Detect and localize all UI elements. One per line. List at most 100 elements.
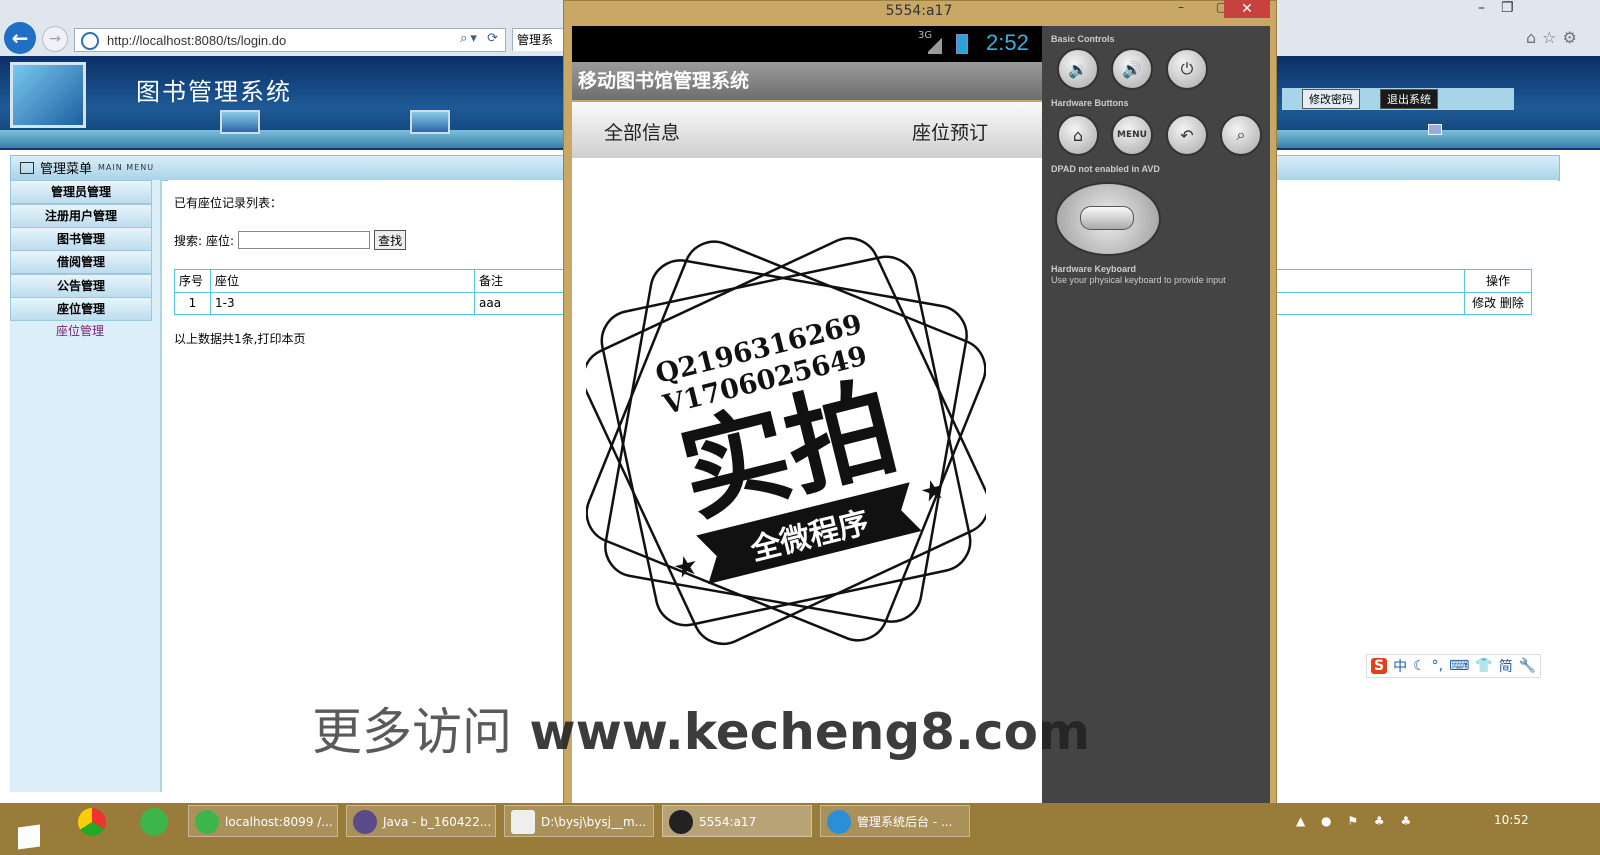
volume-up-button[interactable]: 🔊 — [1111, 48, 1153, 90]
system-tray-icons[interactable]: ▲ ● ⚑ ♣ ♣ — [1296, 814, 1417, 828]
shirt-icon[interactable]: 👕 — [1475, 658, 1492, 674]
menu-icon — [20, 161, 34, 174]
undo-icon: ↶ — [1180, 125, 1194, 145]
url-watermark: 更多访问 www.kecheng8.com — [312, 692, 1090, 764]
search-button[interactable]: 查找 — [374, 230, 407, 250]
keyboard-title: Hardware Keyboard — [1051, 264, 1137, 274]
power-icon: ⏻ — [1180, 59, 1194, 78]
power-button[interactable]: ⏻ — [1166, 48, 1208, 90]
stamp-watermark: Q2196316269 V1706025649 实拍 全微程序 ★ ★ — [586, 236, 986, 646]
search-refresh-icons[interactable]: ⌕▾ ⟳ — [460, 31, 501, 46]
records-summary: 以上数据共1条,打印本页 — [174, 332, 306, 346]
sidebar-item-admin[interactable]: 管理员管理 — [10, 180, 152, 204]
home-icon: ⌂ — [1072, 125, 1084, 145]
header-buttons: 修改密码 退出系统 — [1282, 88, 1514, 110]
ie-page-icon — [81, 32, 99, 50]
volume-up-icon: 🔊 — [1122, 59, 1142, 79]
sidebar-item-seats[interactable]: 座位管理 — [10, 297, 152, 321]
keyboard-note: Use your physical keyboard to provide in… — [1051, 275, 1226, 285]
phone-status-bar — [572, 26, 1042, 62]
emulator-title: 5554:a17 — [885, 3, 953, 19]
ime-chinese-toggle[interactable]: 中 — [1393, 656, 1407, 676]
taskbar-item-ie[interactable]: 管理系统后台 - ... — [820, 805, 970, 837]
dpad-note: DPAD not enabled in AVD — [1051, 164, 1160, 174]
sogou-ime-icon[interactable]: S — [1371, 658, 1388, 674]
search-label: 搜索: — [174, 233, 203, 248]
sidebar-item-borrow[interactable]: 借阅管理 — [10, 250, 152, 274]
records-title: 已有座位记录列表： — [174, 196, 283, 210]
back-hw-button[interactable]: ↶ — [1166, 114, 1208, 156]
sidebar-item-books[interactable]: 图书管理 — [10, 227, 152, 251]
battery-icon — [956, 34, 968, 54]
search-hw-button[interactable]: ⌕ — [1220, 114, 1262, 156]
sidebar-item-users[interactable]: 注册用户管理 — [10, 204, 152, 228]
arrow-left-icon: ← — [11, 26, 29, 50]
address-bar[interactable]: http://localhost:8080/ts/login.do ⌕▾ ⟳ — [74, 28, 506, 52]
ie-icon — [827, 810, 851, 834]
monitor-logo-icon — [10, 62, 86, 128]
menu-title-en: MAIN MENU — [98, 163, 155, 172]
browser-window-controls[interactable]: –❐ — [1478, 0, 1530, 16]
taskbar-item-localhost[interactable]: localhost:8099 /... — [188, 805, 338, 837]
chrome-icon[interactable] — [78, 808, 106, 836]
header-seat: 座位 — [211, 270, 475, 292]
forward-button[interactable]: → — [42, 26, 68, 52]
taskbar-item-java[interactable]: Java - b_160422... — [346, 805, 496, 837]
home-favorites-settings-icons[interactable]: ⌂☆⚙ — [1526, 28, 1583, 47]
status-time: 2:52 — [986, 30, 1029, 55]
task-label: D:\bysj\bysj__m... — [541, 815, 647, 829]
monitor-decor-icon — [410, 110, 450, 134]
change-password-button[interactable]: 修改密码 — [1302, 89, 1360, 109]
home-button[interactable]: ⌂ — [1057, 114, 1099, 156]
watermark-url: www.kecheng8.com — [529, 703, 1091, 761]
360-browser-icon[interactable] — [140, 808, 168, 836]
edit-link[interactable]: 修改 — [1472, 296, 1496, 310]
logout-button[interactable]: 退出系统 — [1380, 89, 1438, 109]
volume-down-button[interactable]: 🔉 — [1057, 48, 1099, 90]
task-label: localhost:8099 /... — [225, 815, 333, 829]
punctuation-icon[interactable]: °, — [1432, 658, 1443, 674]
task-label: 5554:a17 — [699, 815, 757, 829]
hardware-buttons-label: Hardware Buttons — [1051, 98, 1129, 108]
sidebar-item-notices[interactable]: 公告管理 — [10, 274, 152, 298]
menu-button[interactable]: MENU — [1111, 114, 1153, 156]
taskbar-item-editor[interactable]: D:\bysj\bysj__m... — [504, 805, 654, 837]
back-button[interactable]: ← — [4, 22, 36, 54]
cell-seat: 1-3 — [211, 292, 475, 314]
eclipse-icon — [353, 810, 377, 834]
emulator-close-button[interactable]: ✕ — [1224, 0, 1270, 18]
header-no: 序号 — [175, 270, 211, 292]
phone-app-title: 移动图书馆管理系统 — [572, 62, 1042, 100]
menu-title: 管理菜单 MAIN MENU — [20, 158, 154, 177]
dpad-center-button[interactable] — [1080, 206, 1134, 230]
screen-icon — [1428, 124, 1442, 135]
tab-all-info[interactable]: 全部信息 — [604, 118, 680, 145]
sidebar-subitem-seats[interactable]: 座位管理 — [10, 322, 150, 339]
watermark-cn: 更多访问 — [312, 703, 512, 761]
keyboard-icon[interactable]: ⌨ — [1449, 658, 1469, 674]
signal-icon — [928, 36, 942, 54]
search-row: 搜索: 座位: 查找 — [174, 230, 407, 250]
moon-icon[interactable]: ☾ — [1413, 658, 1426, 674]
task-label: Java - b_160422... — [383, 815, 492, 829]
windows-start-icon[interactable] — [18, 824, 40, 850]
android-icon — [669, 810, 693, 834]
taskbar-item-emulator[interactable]: 5554:a17 — [662, 805, 812, 837]
clock: 10:52 — [1494, 813, 1529, 827]
sidebar: 管理员管理 注册用户管理 图书管理 借阅管理 公告管理 座位管理 座位管理 — [10, 180, 162, 792]
browser-app-icon — [195, 810, 219, 834]
ime-simplified-toggle[interactable]: 简 — [1499, 656, 1513, 676]
seat-search-input[interactable] — [238, 231, 371, 249]
app-title: 图书管理系统 — [136, 78, 292, 106]
wrench-icon[interactable]: 🔧 — [1519, 658, 1536, 674]
cell-ops: 修改 删除 — [1465, 292, 1531, 314]
delete-link[interactable]: 删除 — [1500, 296, 1524, 310]
menu-title-text: 管理菜单 — [40, 162, 93, 177]
arrow-right-icon: → — [49, 31, 61, 47]
search-icon: ⌕ — [1236, 125, 1246, 144]
tab-seat-booking[interactable]: 座位预订 — [912, 118, 988, 145]
address-text: http://localhost:8080/ts/login.do — [107, 32, 287, 48]
header-ops: 操作 — [1485, 274, 1510, 288]
ime-toolbar[interactable]: S 中 ☾ °, ⌨ 👕 简 🔧 — [1366, 654, 1542, 678]
task-label: 管理系统后台 - ... — [857, 815, 953, 829]
